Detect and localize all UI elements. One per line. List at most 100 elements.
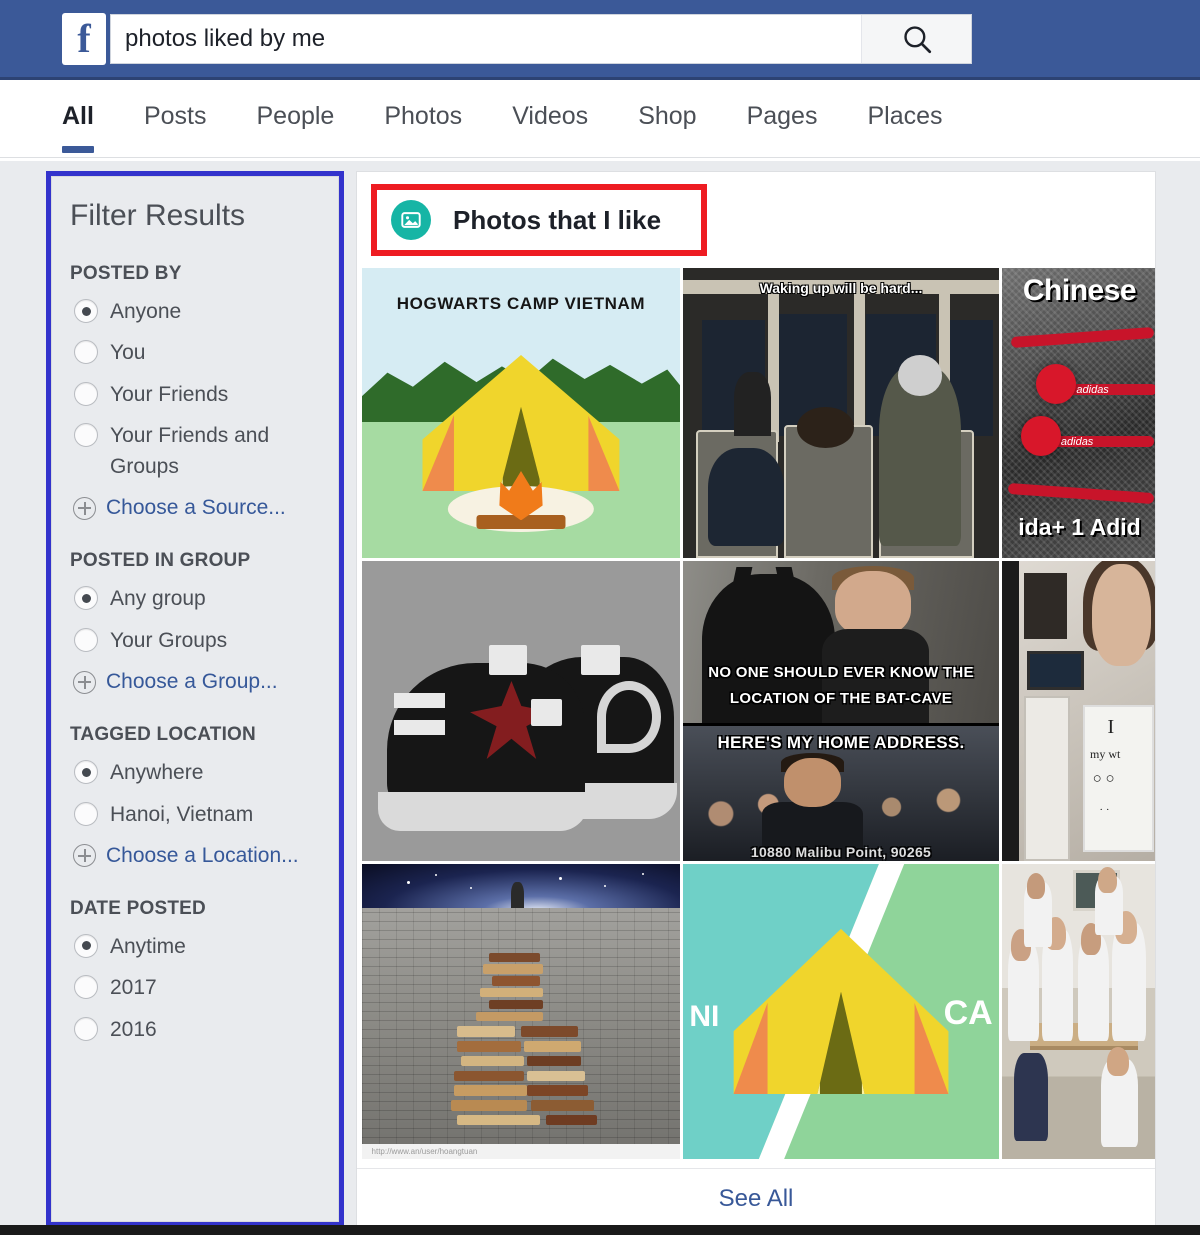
student-face: [1027, 873, 1046, 900]
photo-hogwarts-camp-vietnam-poster[interactable]: HOGWARTS CAMP VIETNAM: [362, 268, 680, 558]
filter-option-label: You: [110, 338, 145, 368]
distant-passenger: [734, 372, 772, 436]
search-icon: [900, 22, 934, 56]
photo-batman-ironman-address-meme[interactable]: NO ONE SHOULD EVER KNOW THE LOCATION OF …: [683, 561, 999, 861]
filter-option-label: 2016: [110, 1015, 157, 1045]
camp-poster-caption: HOGWARTS CAMP VIETNAM: [362, 294, 680, 314]
tab-all[interactable]: All: [62, 80, 94, 158]
radio-icon-your-groups[interactable]: [74, 628, 98, 652]
book: [457, 1041, 521, 1052]
photo-chinese-adidas-earphones[interactable]: adidas adidas Chinese ida+ 1 Adid: [1002, 268, 1156, 558]
filter-option-your-friends-and-groups[interactable]: Your Friends and Groups: [70, 421, 322, 482]
book: [480, 988, 544, 997]
photo-camp-tent-banner[interactable]: NI CA: [683, 864, 999, 1159]
search-bar[interactable]: [110, 14, 972, 64]
tab-posts[interactable]: Posts: [144, 80, 207, 158]
radio-icon-you[interactable]: [74, 340, 98, 364]
filter-option-anytime[interactable]: Anytime: [70, 932, 322, 962]
plus-circle-icon: [73, 497, 96, 520]
kitchen-cabinet: [1024, 573, 1067, 639]
student-face: [1107, 1047, 1129, 1077]
meme-line-2: LOCATION OF THE BAT-CAVE: [683, 690, 999, 707]
sleeping-mans-head: [797, 407, 854, 448]
meme-bottom-panel: HERE'S MY HOME ADDRESS. 10880 Malibu Poi…: [683, 726, 999, 861]
plus-circle-icon: [73, 844, 96, 867]
search-button[interactable]: [861, 15, 971, 63]
filter-option-label: Your Friends and Groups: [110, 421, 315, 482]
photo-girl-with-whiteboard[interactable]: I my wt ○ ○ · ·: [1002, 561, 1156, 861]
filter-option-label: Anywhere: [110, 758, 203, 788]
filter-option-label: Anyone: [110, 297, 181, 327]
section-heading-posted-by: POSTED BY: [70, 263, 322, 285]
tab-people[interactable]: People: [256, 80, 334, 158]
meme-line-4: 10880 Malibu Point, 90265: [683, 844, 999, 860]
whiteboard-doodle: · ·: [1099, 804, 1109, 816]
tab-places[interactable]: Places: [867, 80, 942, 158]
camp-tent-graphic: [422, 355, 619, 491]
filters-column: Filter Results POSTED BY Anyone You Your: [0, 161, 348, 1235]
whiteboard-text-2: my wt: [1090, 747, 1120, 762]
radio-icon-anytime[interactable]: [74, 934, 98, 958]
book: [454, 1085, 527, 1096]
filter-option-your-friends[interactable]: Your Friends: [70, 380, 322, 410]
tabs-bottom-divider: [0, 157, 1200, 158]
radio-icon-2017[interactable]: [74, 975, 98, 999]
tab-pages[interactable]: Pages: [747, 80, 818, 158]
radio-icon-anyone[interactable]: [74, 299, 98, 323]
filter-results-panel: Filter Results POSTED BY Anyone You Your: [51, 176, 339, 1222]
lace-eyelet-patch: [394, 720, 445, 735]
filter-option-2017[interactable]: 2017: [70, 973, 322, 1003]
filter-option-label: Any group: [110, 584, 206, 614]
window-bottom-edge: [0, 1225, 1200, 1235]
mesh-panel: [489, 645, 527, 675]
filter-section-date-posted: DATE POSTED Anytime 2017 2016: [70, 898, 322, 1045]
passenger-legs: [708, 448, 784, 547]
subway-meme-caption: Waking up will be hard...: [683, 280, 999, 296]
search-results-page: Filter Results POSTED BY Anyone You Your: [0, 161, 1200, 1235]
radio-icon-2016[interactable]: [74, 1017, 98, 1041]
refrigerator: [1024, 696, 1071, 861]
earbud: [1021, 416, 1061, 456]
facebook-logo[interactable]: f: [62, 13, 106, 65]
choose-a-location-button[interactable]: Choose a Location...: [70, 844, 322, 868]
filter-option-2016[interactable]: 2016: [70, 1015, 322, 1045]
radio-icon-hanoi-vietnam[interactable]: [74, 802, 98, 826]
filter-option-your-groups[interactable]: Your Groups: [70, 626, 322, 656]
adidas-brand-text-2: adidas: [1061, 436, 1093, 448]
book: [546, 1115, 597, 1126]
earbud: [1036, 364, 1076, 404]
search-input[interactable]: [111, 15, 861, 63]
section-heading-date-posted: DATE POSTED: [70, 898, 322, 920]
photo-subway-sleeping-meme[interactable]: Waking up will be hard...: [683, 268, 999, 558]
photo-air-jordan-sneakers[interactable]: [362, 561, 680, 861]
book: [492, 976, 540, 985]
photo-books-stack-on-wall[interactable]: http://www.an/user/hoangtuan: [362, 864, 680, 1159]
radio-icon-any-group[interactable]: [74, 586, 98, 610]
tab-videos[interactable]: Videos: [512, 80, 588, 158]
book: [521, 1026, 578, 1037]
meme-line-3: HERE'S MY HOME ADDRESS.: [683, 733, 999, 753]
photo-classroom-group-photo[interactable]: [1002, 864, 1156, 1159]
filter-option-anyone[interactable]: Anyone: [70, 297, 322, 327]
see-all-button[interactable]: See All: [357, 1168, 1155, 1228]
tab-photos[interactable]: Photos: [384, 80, 462, 158]
tab-shop[interactable]: Shop: [638, 80, 696, 158]
chinese-caption-bottom: ida+ 1 Adid: [1002, 514, 1156, 541]
section-heading-posted-in-group: POSTED IN GROUP: [70, 550, 322, 572]
radio-icon-your-friends[interactable]: [74, 382, 98, 406]
choose-a-source-button[interactable]: Choose a Source...: [70, 496, 322, 520]
radio-icon-anywhere[interactable]: [74, 760, 98, 784]
filter-option-anywhere[interactable]: Anywhere: [70, 758, 322, 788]
filter-section-posted-in-group: POSTED IN GROUP Any group Your Groups Ch…: [70, 550, 322, 694]
filter-option-label: 2017: [110, 973, 157, 1003]
meme-line-1: NO ONE SHOULD EVER KNOW THE: [683, 664, 999, 681]
sneaker-front: [387, 663, 584, 813]
television-screen: [1027, 651, 1084, 690]
filter-option-you[interactable]: You: [70, 338, 322, 368]
radio-icon-your-friends-and-groups[interactable]: [74, 423, 98, 447]
filter-option-any-group[interactable]: Any group: [70, 584, 322, 614]
filter-option-label: Your Friends: [110, 380, 228, 410]
choose-a-group-button[interactable]: Choose a Group...: [70, 670, 322, 694]
card-header: Photos that I like: [357, 172, 1155, 268]
filter-option-hanoi-vietnam[interactable]: Hanoi, Vietnam: [70, 800, 322, 830]
